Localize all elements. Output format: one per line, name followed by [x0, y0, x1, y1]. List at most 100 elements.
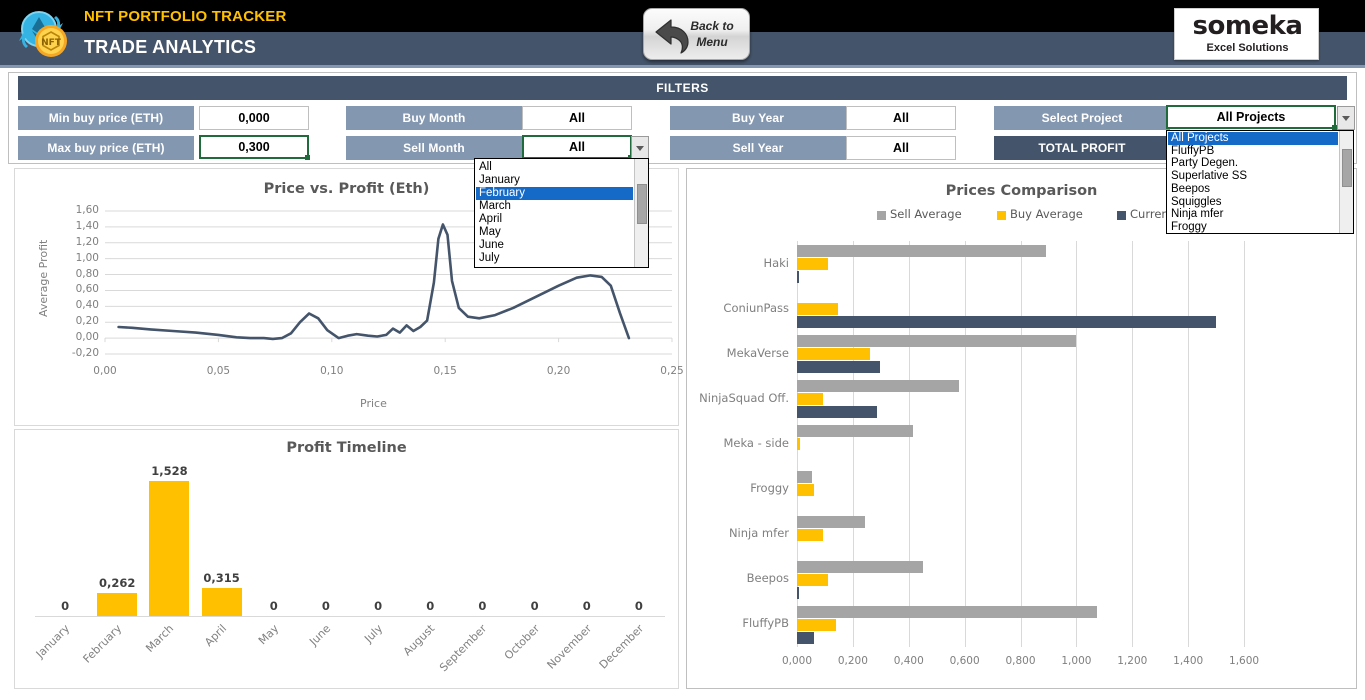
x-tick-label: 0,000: [781, 655, 813, 667]
nft-coin-logo-icon: NFT: [19, 11, 67, 57]
bar-data-label: 0: [374, 599, 383, 613]
y-tick-label: 1,60: [75, 204, 99, 216]
y-tick-label: 0,40: [75, 299, 99, 312]
bar-data-label: 0: [530, 599, 539, 613]
sell-year-select[interactable]: All: [846, 136, 956, 160]
category-label: ConiunPass: [723, 300, 789, 315]
dropdown-option[interactable]: All: [476, 161, 633, 174]
min-buy-price-input[interactable]: 0,000: [199, 106, 309, 130]
y-tick-label: 0,00: [75, 331, 99, 344]
select-project-label: Select Project: [994, 106, 1170, 130]
x-tick-label: 1,200: [1117, 655, 1148, 667]
bar-data-label: 0,315: [203, 571, 240, 586]
bar: [797, 605, 1098, 618]
bar-data-label: 0: [269, 599, 278, 613]
bar: [797, 361, 881, 374]
bar: [797, 483, 815, 496]
x-tick-label: 0,400: [893, 655, 924, 667]
dropdown-option[interactable]: Ninja mfer: [1168, 208, 1338, 221]
y-tick-label: 1,40: [75, 219, 99, 232]
bar: [797, 380, 960, 393]
x-tick-label: 0,600: [949, 655, 980, 667]
sell-month-select[interactable]: All: [522, 135, 633, 160]
chevron-down-icon: [636, 145, 644, 151]
bar: [797, 393, 823, 406]
dropdown-option[interactable]: Beepos: [1168, 183, 1338, 196]
dropdown-option[interactable]: Froggy: [1168, 221, 1338, 233]
someka-brand-name: someka: [1192, 11, 1303, 41]
dropdown-scroll-thumb[interactable]: [1342, 149, 1352, 187]
dropdown-option[interactable]: January: [476, 174, 633, 187]
dropdown-scrollbar[interactable]: [634, 159, 648, 267]
bar-data-label: 0: [426, 599, 435, 613]
bar: [797, 438, 801, 451]
bar: [201, 588, 242, 616]
dropdown-option[interactable]: Superlative SS: [1168, 170, 1338, 183]
x-tick-label: 0,200: [837, 655, 868, 667]
dropdown-option[interactable]: May: [476, 226, 633, 239]
x-category-label: October: [501, 622, 542, 663]
bar: [149, 481, 190, 616]
bar: [797, 258, 829, 270]
bar: [797, 470, 813, 483]
dropdown-scroll-thumb[interactable]: [637, 184, 647, 224]
profit-timeline-chart: Profit Timeline 0 0,262 1,528 0,315 0 0 0 0 0 0 0 0…: [14, 429, 679, 689]
bar: [797, 406, 877, 419]
bar-data-label: 0: [61, 599, 70, 613]
dropdown-option[interactable]: July: [476, 252, 633, 265]
dropdown-option[interactable]: February: [476, 187, 633, 200]
x-tick-label: 0,00: [93, 365, 117, 377]
sell-month-dropdown-list[interactable]: All January February March April May June July: [474, 158, 649, 268]
category-label: FluffyPB: [742, 616, 789, 631]
dropdown-option[interactable]: Squiggles: [1168, 196, 1338, 209]
bar: [797, 560, 923, 573]
bar: [797, 573, 829, 586]
max-buy-price-input[interactable]: 0,300: [199, 135, 310, 160]
category-label: MekaVerse: [726, 345, 789, 360]
x-category-label: July: [362, 622, 386, 646]
page-title: TRADE ANALYTICS: [84, 37, 257, 57]
bar-data-label: 0,262: [99, 575, 136, 590]
bar: [797, 425, 913, 438]
bar-data-label: 0: [321, 599, 330, 613]
category-label: Froggy: [750, 481, 789, 496]
gridline: [1132, 241, 1134, 647]
dropdown-scrollbar[interactable]: [1339, 131, 1353, 233]
bar-data-label: 0: [478, 599, 487, 613]
prices-comparison-chart: Prices Comparison Sell Average Buy Averag…: [686, 168, 1357, 689]
sell-month-dropdown-arrow[interactable]: [631, 136, 649, 160]
dropdown-option[interactable]: FluffyPB: [1168, 145, 1338, 158]
dropdown-option[interactable]: Party Degen.: [1168, 157, 1338, 170]
min-buy-price-label: Min buy price (ETH): [18, 106, 194, 130]
category-label: Haki: [763, 255, 789, 270]
select-project-dropdown-arrow[interactable]: [1337, 106, 1355, 130]
buy-month-select[interactable]: All: [522, 106, 632, 130]
bar: [97, 592, 138, 616]
bar: [797, 528, 823, 541]
x-tick-label: 0,15: [433, 365, 457, 377]
bar-data-label: 0: [634, 599, 643, 613]
legend-label: Buy Average: [1010, 207, 1083, 221]
buy-month-label: Buy Month: [346, 106, 522, 130]
select-project-select[interactable]: All Projects: [1166, 105, 1337, 130]
dropdown-option[interactable]: April: [476, 213, 633, 226]
dropdown-option[interactable]: March: [476, 200, 633, 213]
dropdown-option[interactable]: All Projects: [1168, 132, 1338, 145]
buy-year-select[interactable]: All: [846, 106, 956, 130]
select-project-dropdown-list[interactable]: All Projects FluffyPB Party Degen. Superlat…: [1166, 130, 1354, 234]
y-tick-label: 0,60: [75, 283, 99, 296]
bar: [797, 245, 1046, 257]
chart-title: Profit Timeline: [286, 440, 407, 456]
someka-logo: someka Excel Solutions: [1174, 8, 1319, 60]
x-category-label: April: [201, 622, 229, 649]
bar: [797, 335, 1077, 348]
gridline: [1244, 241, 1246, 647]
gridline: [1020, 241, 1022, 647]
y-tick-label: 1,00: [75, 251, 99, 264]
legend-swatch: [997, 211, 1006, 220]
back-to-menu-button[interactable]: Back to Menu: [643, 8, 750, 60]
total-profit-label: TOTAL PROFIT: [994, 136, 1170, 160]
app-header: NFT NFT PORTFOLIO TRACKER TRADE ANALYTIC…: [0, 0, 1365, 68]
dropdown-option[interactable]: June: [476, 239, 633, 252]
bar-data-label: 0: [582, 599, 591, 613]
